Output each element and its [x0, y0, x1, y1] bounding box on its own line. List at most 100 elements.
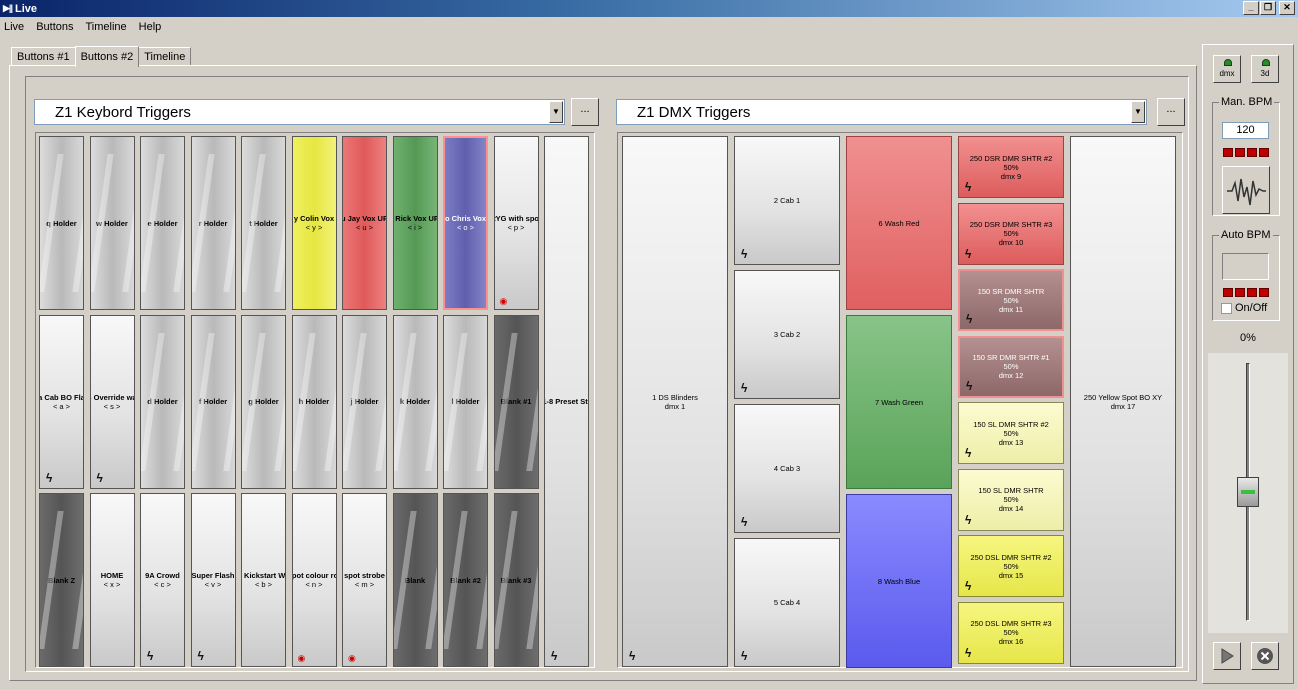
trigger-button[interactable]: i Rick Vox UP < i >: [392, 136, 438, 310]
3d-toggle-button[interactable]: 3d: [1251, 55, 1279, 83]
menu-buttons[interactable]: Buttons: [36, 21, 73, 33]
master-slider[interactable]: [1208, 353, 1288, 633]
dmx-button[interactable]: 3 Cab 2 ϟ: [734, 270, 840, 399]
button-label: h Holder: [298, 397, 330, 406]
trigger-button[interactable]: RYG with spot< p > ◉: [493, 136, 539, 310]
tab-buttons-1[interactable]: Buttons #1: [11, 47, 76, 66]
trigger-button[interactable]: t Holder: [241, 136, 286, 310]
dmx-button[interactable]: 8 Wash Blue: [846, 494, 952, 668]
manual-bpm-input[interactable]: 120: [1222, 122, 1269, 139]
dmx-group-select[interactable]: Z1 DMX Triggers ▼: [616, 99, 1147, 125]
chevron-down-icon[interactable]: ▼: [549, 101, 563, 123]
trigger-button[interactable]: y Colin Vox < y >: [291, 136, 337, 310]
lightning-icon: ϟ: [965, 246, 972, 261]
trigger-button[interactable]: Blank #1: [493, 314, 539, 489]
close-button[interactable]: ✕: [1279, 1, 1295, 15]
trigger-button[interactable]: d Holder: [140, 314, 185, 489]
trigger-button[interactable]: h Holder: [291, 314, 337, 489]
trigger-button[interactable]: spot strobe < m > ◉: [342, 493, 387, 667]
checkbox-box[interactable]: [1221, 302, 1232, 314]
dmx-button[interactable]: 2 Cab 1 ϟ: [734, 136, 840, 265]
dmx-button[interactable]: 250 DSR DMR SHTR #2 50% dmx 9 ϟ: [958, 136, 1064, 198]
restore-button[interactable]: ❐: [1260, 1, 1276, 15]
button-label: 1-8 Preset Str: [544, 397, 589, 406]
trigger-button[interactable]: o Chris Vox < o >: [443, 136, 488, 310]
trigger-button[interactable]: u Jay Vox UP < u >: [342, 136, 387, 310]
dmx-group-more-button[interactable]: ...: [1157, 98, 1185, 126]
dmx-button[interactable]: 1 DS Blinders dmx 1 ϟ: [622, 136, 728, 667]
dmx-button[interactable]: 4 Cab 3 ϟ: [734, 404, 840, 533]
button-subtext: dmx 10: [998, 238, 1024, 247]
speaker-icon: ◉: [499, 296, 508, 306]
keyboard-group-select[interactable]: Z1 Keybord Triggers ▼: [34, 99, 565, 125]
trigger-button[interactable]: j Holder: [342, 314, 387, 489]
stop-button[interactable]: [1251, 642, 1279, 670]
trigger-button[interactable]: Blank #2: [443, 493, 488, 667]
button-groups-container: Z1 Keybord Triggers ▼ ... q Holder w Hold…: [25, 76, 1189, 672]
trigger-button[interactable]: 9A Crowd < c > ϟ: [140, 493, 185, 667]
trigger-button[interactable]: Blank: [392, 493, 438, 667]
tap-tempo-button[interactable]: [1222, 166, 1270, 214]
menu-live[interactable]: Live: [4, 21, 24, 33]
slider-thumb[interactable]: [1237, 477, 1259, 507]
button-subtext: dmx 14: [998, 504, 1024, 513]
trigger-button[interactable]: Blank #3: [493, 493, 539, 667]
app-icon: ▶||: [3, 3, 13, 13]
trigger-button[interactable]: Super Flash < v > ϟ: [190, 493, 236, 667]
button-label: y Kickstart Wa: [242, 571, 286, 580]
button-label: 250 DSL DMR SHTR #3: [970, 619, 1052, 628]
dmx-button[interactable]: 6 Wash Red: [846, 136, 952, 310]
dmx-button[interactable]: 250 DSR DMR SHTR #3 50% dmx 10 ϟ: [958, 202, 1064, 265]
dmx-button[interactable]: 5 Cab 4 ϟ: [734, 538, 840, 667]
trigger-button[interactable]: Blank Z: [39, 493, 84, 667]
auto-bpm-onoff-checkbox[interactable]: On/Off: [1221, 302, 1267, 314]
lightning-icon: ϟ: [966, 378, 973, 393]
trigger-button[interactable]: HOME < x >: [89, 493, 135, 667]
trigger-button[interactable]: q Holder: [39, 136, 84, 310]
menu-help[interactable]: Help: [139, 21, 162, 33]
trigger-button[interactable]: a Cab BO Fla < a > ϟ: [39, 314, 84, 489]
trigger-button[interactable]: w Holder: [89, 136, 135, 310]
lightning-icon: ϟ: [741, 247, 748, 261]
trigger-button[interactable]: e Holder: [140, 136, 185, 310]
3d-label: 3d: [1260, 69, 1270, 78]
button-subtext: < x >: [103, 580, 121, 589]
trigger-button[interactable]: l Holder: [443, 314, 488, 489]
lightning-icon: ϟ: [741, 381, 748, 395]
chevron-down-icon[interactable]: ▼: [1131, 101, 1145, 123]
trigger-button[interactable]: r Holder: [190, 136, 236, 310]
trigger-button[interactable]: s Override wa < s > ϟ: [89, 314, 135, 489]
button-label: k Holder: [399, 397, 430, 406]
trigger-button[interactable]: y Kickstart Wa< b >: [241, 493, 286, 667]
trigger-button[interactable]: 1-8 Preset Str ϟ: [544, 136, 589, 667]
dmx-button[interactable]: 7 Wash Green: [846, 315, 952, 489]
button-subtext: < y >: [305, 223, 323, 232]
lightning-icon: ϟ: [96, 470, 103, 485]
tab-buttons-2[interactable]: Buttons #2: [74, 46, 140, 67]
dmx-button[interactable]: 250 Yellow Spot BO XY dmx 17: [1070, 136, 1176, 667]
dmx-toggle-button[interactable]: dmx: [1213, 55, 1241, 83]
lightning-icon: ϟ: [965, 645, 972, 660]
keyboard-group-more-button[interactable]: ...: [571, 98, 599, 126]
minimize-button[interactable]: _: [1243, 1, 1259, 15]
dmx-button[interactable]: 150 SR DMR SHTR 50% dmx 11 ϟ: [958, 269, 1064, 331]
dmx-button[interactable]: 250 DSL DMR SHTR #2 50% dmx 15 ϟ: [958, 535, 1064, 597]
menu-timeline[interactable]: Timeline: [86, 21, 127, 33]
trigger-button[interactable]: k Holder: [392, 314, 438, 489]
button-label: Blank: [404, 575, 426, 585]
dmx-button[interactable]: 150 SL DMR SHTR 50% dmx 14 ϟ: [958, 468, 1064, 531]
control-sidebar: dmx 3d Man. BPM 120 Auto BPM On/Off 0%: [1202, 44, 1294, 684]
trigger-button[interactable]: g Holder: [241, 314, 286, 489]
play-button[interactable]: [1213, 642, 1241, 670]
3d-led-icon: [1262, 59, 1270, 66]
dmx-button[interactable]: 250 DSL DMR SHTR #3 50% dmx 16 ϟ: [958, 601, 1064, 664]
trigger-button[interactable]: spot colour rol< n > ◉: [291, 493, 337, 667]
dmx-trigger-grid: 1 DS Blinders dmx 1ϟ2 Cab 1ϟ3 Cab 2ϟ4 Cab…: [617, 132, 1183, 668]
dmx-button[interactable]: 150 SL DMR SHTR #2 50% dmx 13 ϟ: [958, 402, 1064, 464]
dmx-button[interactable]: 150 SR DMR SHTR #1 50% dmx 12 ϟ: [958, 335, 1064, 398]
button-label: Blank #1: [500, 397, 532, 406]
trigger-button[interactable]: f Holder: [190, 314, 236, 489]
tab-timeline[interactable]: Timeline: [138, 47, 192, 66]
button-label: 250 DSL DMR SHTR #2: [970, 552, 1052, 562]
lightning-icon: ϟ: [965, 180, 972, 194]
